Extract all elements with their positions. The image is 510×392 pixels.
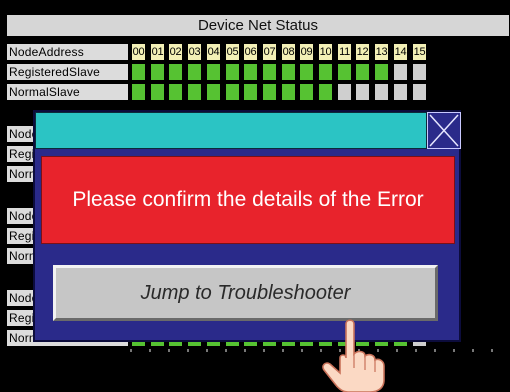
normal-slave-cell: [355, 83, 370, 101]
row-label: NodeAddress: [6, 43, 129, 61]
registered-slave-cell: [337, 63, 352, 81]
normal-slave-cell: [318, 83, 333, 101]
registered-slave-cell: [225, 63, 240, 81]
node-address-cell: 03: [187, 43, 202, 61]
node-address-cell: 08: [281, 43, 296, 61]
normal-slave-cell: [412, 83, 427, 101]
normal-slave-cell: [281, 83, 296, 101]
node-address-cell: 13: [374, 43, 389, 61]
registered-slave-cell: [355, 63, 370, 81]
registered-slave-cell: [412, 63, 427, 81]
node-address-cell: 12: [355, 43, 370, 61]
row-label: RegisteredSlave: [6, 63, 129, 81]
normal-slave-cell: [168, 83, 183, 101]
node-address-cell: 11: [337, 43, 352, 61]
node-address-cell: 06: [243, 43, 258, 61]
close-x-icon: [429, 114, 459, 147]
normal-slave-cell: [131, 83, 146, 101]
node-address-cell: 01: [150, 43, 165, 61]
node-address-cell: 04: [206, 43, 221, 61]
normal-slave-cell: [299, 83, 314, 101]
registered-slave-cell: [393, 63, 408, 81]
normal-slave-cell: [374, 83, 389, 101]
node-address-cell: 05: [225, 43, 240, 61]
registered-slave-cell: [243, 63, 258, 81]
registered-slave-cell: [318, 63, 333, 81]
registered-slave-cell: [131, 63, 146, 81]
close-button[interactable]: [427, 112, 461, 149]
status-row: NodeAddress 00 01 02 03 04 05 06 07 08 09 10 11 12 13 1…: [0, 42, 510, 62]
registered-slave-cell: [281, 63, 296, 81]
status-block: NodeAddress 00 01 02 03 04 05 06 07 08 09 10 11 12 13 1…: [0, 42, 510, 102]
jump-to-troubleshooter-button[interactable]: Jump to Troubleshooter: [53, 265, 438, 321]
normal-slave-cell: [206, 83, 221, 101]
normal-slave-cell: [187, 83, 202, 101]
normal-slave-cell: [262, 83, 277, 101]
node-address-cell: 10: [318, 43, 333, 61]
node-address-cell: 15: [412, 43, 427, 61]
hand-pointer-icon: [322, 319, 385, 392]
registered-slave-cell: [150, 63, 165, 81]
node-address-cell: 02: [168, 43, 183, 61]
device-net-status-screen: Device Net Status NodeAddress 00 01 02 03 04 0…: [0, 0, 510, 392]
row-label: NormalSlave: [6, 83, 129, 101]
registered-slave-cell: [374, 63, 389, 81]
registered-slave-cell: [168, 63, 183, 81]
node-address-cell: 00: [131, 43, 146, 61]
normal-slave-cell: [393, 83, 408, 101]
status-row: RegisteredSlave: [0, 62, 510, 82]
dialog-titlebar: [35, 112, 427, 149]
error-dialog: Please confirm the details of the Error …: [33, 110, 461, 342]
registered-slave-cell: [299, 63, 314, 81]
registered-slave-cell: [262, 63, 277, 81]
normal-slave-cell: [225, 83, 240, 101]
node-address-cell: 14: [393, 43, 408, 61]
node-address-cell: 07: [262, 43, 277, 61]
screen-title: Device Net Status: [6, 14, 510, 37]
normal-slave-cell: [150, 83, 165, 101]
normal-slave-cell: [243, 83, 258, 101]
status-row: NormalSlave: [0, 82, 510, 102]
node-address-cell: 09: [299, 43, 314, 61]
normal-slave-cell: [337, 83, 352, 101]
registered-slave-cell: [206, 63, 221, 81]
registered-slave-cell: [187, 63, 202, 81]
error-message: Please confirm the details of the Error: [41, 156, 455, 244]
bottom-strip: [0, 352, 510, 392]
